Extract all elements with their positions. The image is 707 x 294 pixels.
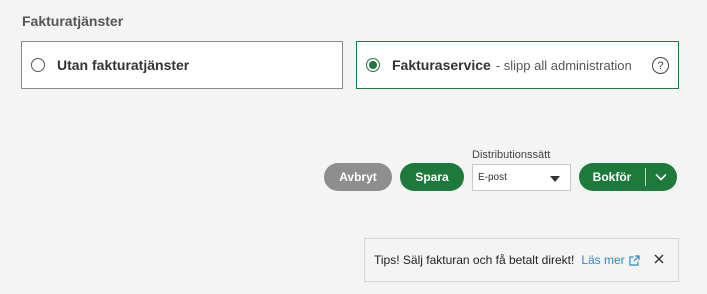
radio-unchecked[interactable] — [31, 58, 45, 72]
section-title: Fakturatjänster — [22, 13, 124, 29]
chevron-down-icon[interactable] — [645, 163, 677, 191]
external-link-icon — [629, 254, 640, 266]
distribution-label: Distributionssätt — [472, 149, 551, 161]
distribution-select[interactable]: E-post — [472, 164, 571, 191]
distribution-value: E-post — [478, 172, 507, 183]
book-button[interactable]: Bokför — [579, 163, 677, 191]
option-label: Fakturaservice — [392, 57, 491, 73]
book-button-label[interactable]: Bokför — [579, 163, 645, 191]
close-icon[interactable] — [654, 253, 664, 267]
option-label: Utan fakturatjänster — [57, 57, 190, 73]
read-more-link[interactable]: Läs mer — [581, 253, 640, 267]
question-icon[interactable]: ? — [652, 57, 669, 74]
caret-down-icon — [550, 176, 560, 182]
cancel-button[interactable]: Avbryt — [324, 163, 392, 191]
read-more-label[interactable]: Läs mer — [581, 253, 624, 267]
radio-checked[interactable] — [366, 58, 380, 72]
option-no-invoice-services[interactable]: Utan fakturatjänster — [21, 41, 343, 89]
save-button[interactable]: Spara — [400, 163, 464, 191]
option-invoice-service[interactable]: Fakturaservice - slipp all administratio… — [356, 41, 679, 89]
option-sublabel: - slipp all administration — [495, 57, 632, 73]
tip-banner: Tips! Sälj fakturan och få betalt direkt… — [364, 238, 679, 282]
tip-text: Tips! Sälj fakturan och få betalt direkt… — [374, 253, 575, 267]
